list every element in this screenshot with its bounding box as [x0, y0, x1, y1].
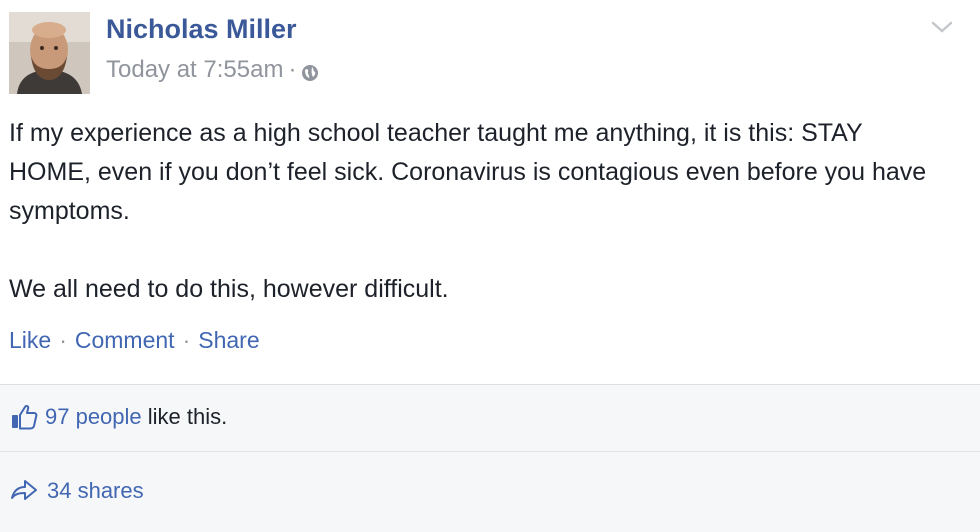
post-actions: Like · Comment · Share	[9, 327, 260, 354]
shares-summary[interactable]: 34 shares	[9, 473, 144, 509]
likes-count-link[interactable]: 97 people	[45, 404, 142, 430]
thumbs-up-icon	[9, 403, 39, 431]
likes-summary: 97 people like this.	[9, 399, 227, 435]
shares-count-link[interactable]: 34 shares	[47, 478, 144, 504]
globe-icon[interactable]	[301, 61, 319, 81]
post-meta: Today at 7:55am ·	[106, 56, 319, 84]
post-text: If my experience as a high school teache…	[9, 114, 949, 309]
post-paragraph: We all need to do this, however difficul…	[9, 275, 449, 303]
post-timestamp[interactable]: Today at 7:55am	[106, 56, 283, 84]
comment-button[interactable]: Comment	[75, 327, 175, 354]
likes-suffix: like this.	[141, 404, 228, 429]
post-header: Nicholas Miller Today at 7:55am ·	[0, 0, 980, 100]
post-paragraph: If my experience as a high school teache…	[9, 119, 927, 225]
action-separator: ·	[59, 327, 67, 353]
chevron-down-icon[interactable]	[930, 18, 954, 36]
share-arrow-icon	[9, 478, 39, 504]
meta-separator: ·	[288, 56, 297, 83]
share-button[interactable]: Share	[198, 327, 259, 354]
avatar[interactable]	[9, 12, 90, 94]
post-footer: 97 people like this. 34 shares	[0, 384, 980, 532]
divider	[0, 451, 980, 452]
author-name[interactable]: Nicholas Miller	[106, 14, 297, 45]
action-separator: ·	[182, 327, 191, 353]
like-button[interactable]: Like	[9, 327, 51, 354]
